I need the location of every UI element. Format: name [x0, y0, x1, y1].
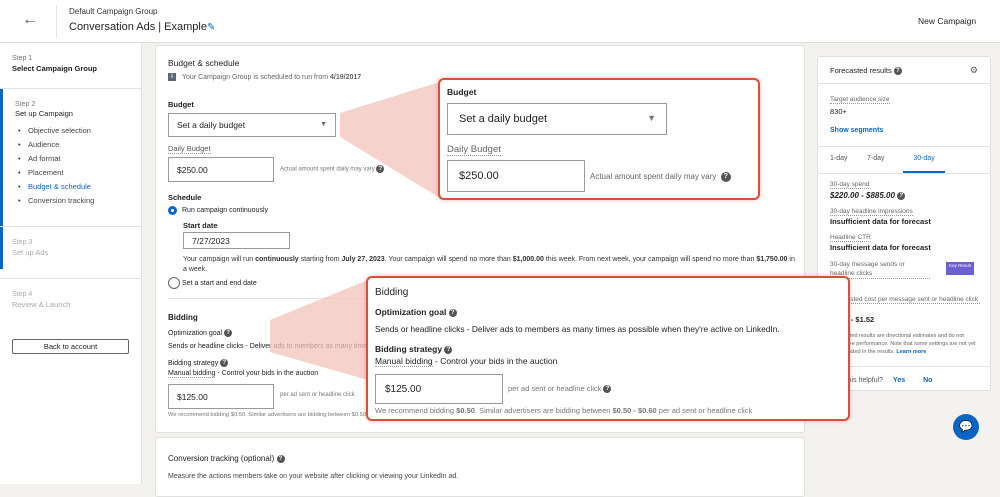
bidding-connector: [270, 280, 368, 380]
budget-connector: [340, 82, 440, 198]
callout-strategy-label: Bidding strategy ?: [375, 344, 453, 354]
callout-daily-label: Daily Budget: [447, 144, 501, 156]
callout-recommendation: We recommend bidding $0.50. Similar adve…: [375, 406, 753, 415]
bidding-callout: Bidding Optimization goal ? Sends or hea…: [366, 276, 850, 421]
callout-budget-select[interactable]: Set a daily budget ▼: [447, 103, 667, 135]
callout-daily-input[interactable]: $250.00: [447, 160, 585, 192]
budget-callout: Budget Set a daily budget ▼ Daily Budget …: [438, 78, 760, 200]
callout-goal-label: Optimization goal ?: [375, 307, 457, 317]
callout-strategy-text: Manual bidding - Control your bids in th…: [375, 356, 558, 367]
callout-budget-label: Budget: [447, 87, 477, 97]
callout-bid-unit: per ad sent or headline click ?: [508, 384, 612, 394]
callout-daily-note: Actual amount spent daily may vary ?: [590, 172, 731, 182]
callout-bidding-title: Bidding: [375, 287, 409, 298]
chevron-down-icon: ▼: [647, 113, 656, 123]
callout-bid-input[interactable]: $125.00: [375, 374, 503, 404]
callout-goal-text: Sends or headline clicks - Deliver ads t…: [375, 324, 780, 334]
